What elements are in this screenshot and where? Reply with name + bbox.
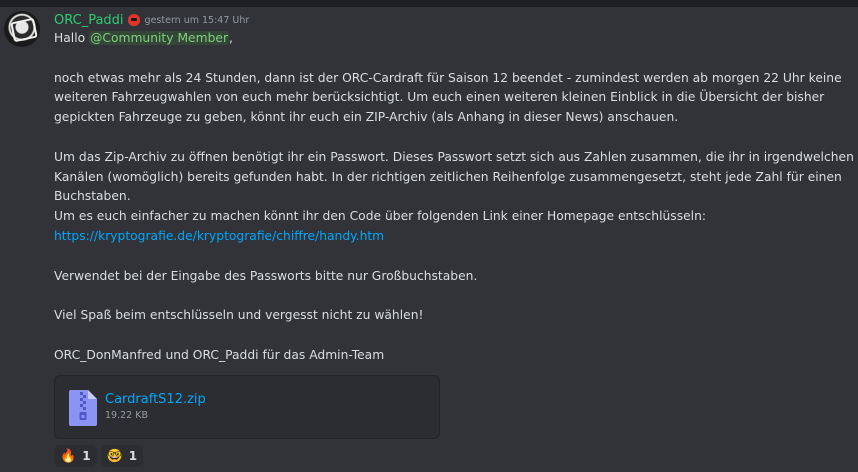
reaction-nerd-face[interactable]: 🤓 1 (100, 445, 144, 467)
author-name[interactable]: ORC_Paddi (54, 13, 124, 28)
paragraph-1: noch etwas mehr als 24 Stunden, dann ist… (54, 70, 842, 125)
avatar[interactable] (4, 11, 40, 47)
reaction-count: 1 (128, 449, 138, 463)
paragraph-3: Um es euch einfacher zu machen könnt ihr… (54, 209, 707, 224)
nerd-face-emoji-icon: 🤓 (106, 448, 123, 464)
top-bar (0, 0, 858, 7)
signature: ORC_DonManfred und ORC_Paddi für das Adm… (54, 347, 385, 362)
greeting-text: Hallo (54, 31, 86, 45)
reactions-bar: 🔥 1 🤓 1 (54, 445, 144, 467)
reaction-fire[interactable]: 🔥 1 (54, 445, 97, 467)
role-mention[interactable]: @Community Member (89, 31, 230, 45)
avatar-logo (10, 17, 38, 43)
paragraph-5: Viel Spaß beim entschlüsseln und vergess… (54, 308, 424, 323)
zip-file-icon (69, 390, 97, 426)
paragraph-4: Verwendet bei der Eingabe des Passworts … (54, 268, 478, 283)
chat-message: ORC_Paddi gestern um 15:47 Uhr Hallo @Co… (0, 7, 858, 472)
paragraph-2: Um das Zip-Archiv zu öffnen benötigt ihr… (54, 149, 854, 204)
greeting-suffix: , (229, 31, 233, 45)
message-content: Hallo @Community Member, noch etwas mehr… (54, 29, 854, 366)
decode-link[interactable]: https://kryptografie.de/kryptografie/chi… (54, 229, 384, 243)
helmet-role-icon (127, 14, 140, 26)
file-size: 19.22 KB (105, 410, 148, 421)
file-name-link[interactable]: CardraftS12.zip (105, 392, 206, 407)
fire-emoji-icon: 🔥 (60, 448, 77, 464)
file-attachment[interactable]: CardraftS12.zip 19.22 KB (54, 375, 440, 439)
timestamp: gestern um 15:47 Uhr (144, 14, 250, 26)
link-line: https://kryptografie.de/kryptografie/chi… (54, 227, 854, 247)
message-header: ORC_Paddi gestern um 15:47 Uhr (54, 11, 249, 29)
reaction-count: 1 (82, 449, 91, 463)
greeting-line: Hallo @Community Member, (54, 29, 854, 49)
